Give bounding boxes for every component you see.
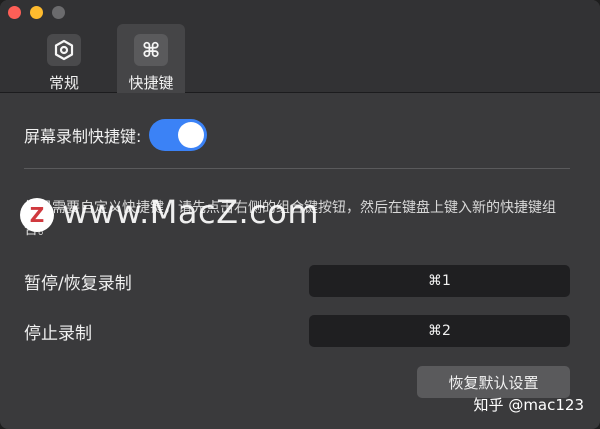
watermark-logo-icon: Z — [20, 198, 54, 232]
tab-general[interactable]: 常规 — [33, 24, 95, 93]
toolbar: 常规 ⌘ 快捷键 — [0, 0, 600, 93]
toggle-knob — [178, 122, 205, 148]
command-glyph: ⌘ — [141, 38, 161, 62]
settings-hex-icon — [47, 34, 81, 66]
shortcut-row-pause-resume: 暂停/恢复录制 ⌘1 — [24, 265, 570, 297]
close-window-button[interactable] — [8, 6, 21, 19]
tab-shortcuts[interactable]: ⌘ 快捷键 — [117, 24, 185, 93]
recording-shortcut-toggle-row: 屏幕录制快捷键: — [24, 119, 208, 151]
toggle-label: 屏幕录制快捷键: — [24, 127, 142, 146]
minimize-window-button[interactable] — [30, 6, 43, 19]
command-key-icon: ⌘ — [134, 34, 168, 66]
divider — [24, 168, 570, 169]
recording-shortcut-toggle[interactable] — [149, 119, 208, 151]
stop-key-field[interactable]: ⌘2 — [309, 315, 570, 347]
watermark-text: www.MacZ.com — [62, 193, 319, 231]
preferences-window: 常规 ⌘ 快捷键 屏幕录制快捷键: 如果需要自定义快捷键，请先点击右侧的组合键按… — [0, 0, 600, 429]
tab-general-label: 常规 — [48, 74, 79, 92]
shortcut-label: 停止录制 — [24, 324, 92, 344]
shortcuts-panel: 屏幕录制快捷键: 如果需要自定义快捷键，请先点击右侧的组合键按钮，然后在键盘上键… — [0, 93, 600, 429]
pause-resume-key-field[interactable]: ⌘1 — [309, 265, 570, 297]
zoom-window-button[interactable] — [52, 6, 65, 19]
tab-shortcuts-label: 快捷键 — [128, 74, 174, 92]
shortcut-label: 暂停/恢复录制 — [24, 274, 132, 294]
credit-watermark: 知乎 @mac123 — [473, 396, 584, 414]
shortcut-row-stop: 停止录制 ⌘2 — [24, 315, 570, 347]
